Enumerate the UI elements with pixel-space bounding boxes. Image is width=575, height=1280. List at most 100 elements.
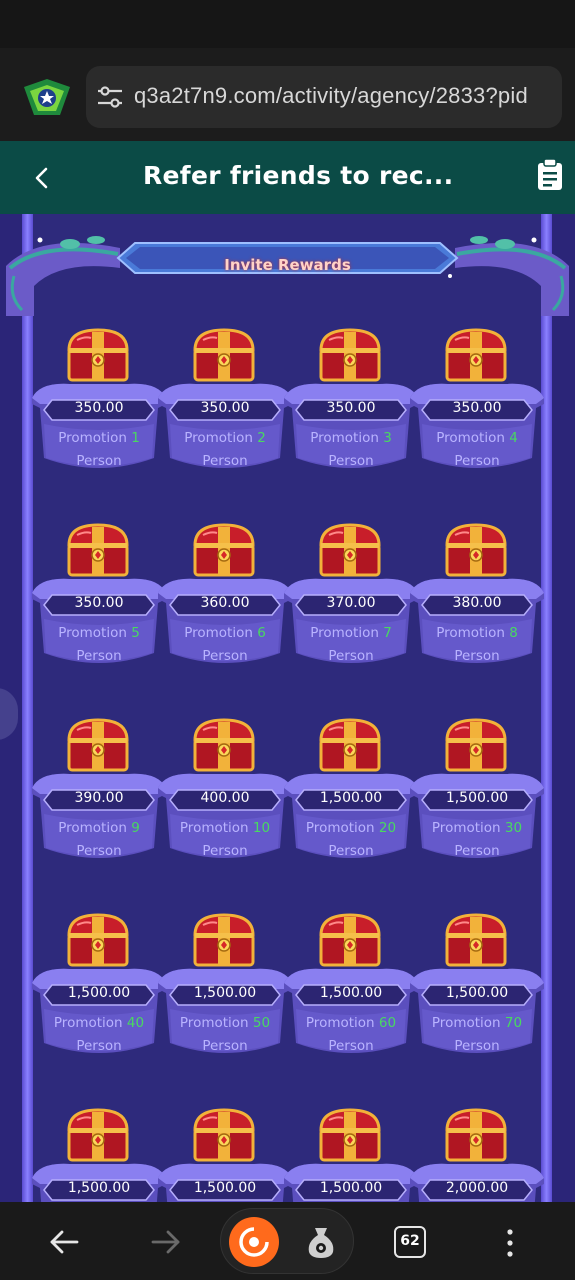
reward-condition: Promotion 7 xyxy=(282,625,420,641)
treasure-chest-icon xyxy=(191,1106,257,1166)
promotion-label: Promotion xyxy=(436,625,505,641)
promotion-label: Promotion xyxy=(310,625,379,641)
reward-amount: 1,500.00 xyxy=(67,985,131,1001)
tab-count-button[interactable]: 62 xyxy=(394,1226,426,1258)
reward-condition: Promotion 3 xyxy=(282,430,420,446)
page-header: Refer friends to rec... xyxy=(0,141,575,214)
reward-card[interactable]: 1,500.00 xyxy=(282,1106,420,1202)
reward-amount: 390.00 xyxy=(74,790,124,806)
promotion-count: 3 xyxy=(383,430,392,446)
reward-amount: 1,500.00 xyxy=(193,1180,257,1196)
browser-nav-bar: 62 xyxy=(0,1202,575,1280)
reward-card[interactable]: 350.00 Promotion 5 Person xyxy=(30,521,168,691)
reward-amount: 1,500.00 xyxy=(67,1180,131,1196)
promotion-label: Promotion xyxy=(184,430,253,446)
reward-amount: 1,500.00 xyxy=(319,985,383,1001)
person-unit: Person xyxy=(202,453,248,469)
treasure-chest-icon xyxy=(443,521,509,581)
treasure-chest-icon xyxy=(317,521,383,581)
reward-card[interactable]: 1,500.00 Promotion 50 Person xyxy=(156,911,294,1081)
reward-card[interactable]: 350.00 Promotion 1 Person xyxy=(30,326,168,496)
reward-card[interactable]: 1,500.00 Promotion 60 Person xyxy=(282,911,420,1081)
reward-card[interactable]: 390.00 Promotion 9 Person xyxy=(30,716,168,886)
treasure-chest-icon xyxy=(191,911,257,971)
person-unit: Person xyxy=(76,453,122,469)
reward-amount: 1,500.00 xyxy=(319,1180,383,1196)
person-unit: Person xyxy=(454,648,500,664)
browser-home-button[interactable] xyxy=(229,1217,279,1267)
promotion-count: 9 xyxy=(131,820,140,836)
treasure-chest-icon xyxy=(443,326,509,386)
reward-card[interactable]: 1,500.00 Promotion 30 Person xyxy=(408,716,546,886)
promotion-label: Promotion xyxy=(431,1015,501,1031)
address-bar[interactable]: q3a2t7n9.com/activity/agency/2833?pid xyxy=(86,66,562,128)
reward-condition: Promotion 40 xyxy=(30,1015,168,1031)
reward-card[interactable]: 1,500.00 xyxy=(156,1106,294,1202)
person-unit: Person xyxy=(328,648,374,664)
url-text[interactable]: q3a2t7n9.com/activity/agency/2833?pid xyxy=(134,83,528,109)
promotion-count: 50 xyxy=(252,1015,271,1031)
reward-amount: 350.00 xyxy=(452,400,502,416)
reward-condition: Promotion 10 xyxy=(156,820,294,836)
banner-frame-graphic xyxy=(6,236,569,316)
money-bag-icon[interactable] xyxy=(303,1224,339,1260)
treasure-chest-icon xyxy=(65,716,131,776)
reward-card[interactable]: 2,000.00 xyxy=(408,1106,546,1202)
promotion-label: Promotion xyxy=(179,1015,249,1031)
promotion-count: 4 xyxy=(509,430,518,446)
tune-icon[interactable] xyxy=(96,85,124,109)
reward-card[interactable]: 1,500.00 Promotion 20 Person xyxy=(282,716,420,886)
promotion-label: Promotion xyxy=(53,1015,123,1031)
promotion-label: Promotion xyxy=(58,430,127,446)
promotion-label: Promotion xyxy=(184,625,253,641)
reward-amount: 360.00 xyxy=(200,595,250,611)
reward-card[interactable]: 400.00 Promotion 10 Person xyxy=(156,716,294,886)
clipboard-icon[interactable] xyxy=(536,158,564,192)
more-menu-icon[interactable] xyxy=(500,1226,520,1260)
reward-condition: Promotion 8 xyxy=(408,625,546,641)
reward-card[interactable]: 380.00 Promotion 8 Person xyxy=(408,521,546,691)
reward-amount: 350.00 xyxy=(74,400,124,416)
reward-amount: 1,500.00 xyxy=(445,985,509,1001)
person-unit: Person xyxy=(76,843,122,859)
person-unit: Person xyxy=(328,843,374,859)
reward-card[interactable]: 350.00 Promotion 3 Person xyxy=(282,326,420,496)
person-unit: Person xyxy=(202,843,248,859)
treasure-chest-icon xyxy=(443,1106,509,1166)
person-unit: Person xyxy=(202,648,248,664)
promotion-count: 70 xyxy=(504,1015,523,1031)
reward-card[interactable]: 350.00 Promotion 4 Person xyxy=(408,326,546,496)
promotion-count: 8 xyxy=(509,625,518,641)
reward-card[interactable]: 1,500.00 xyxy=(30,1106,168,1202)
reward-condition: Promotion 4 xyxy=(408,430,546,446)
promotion-label: Promotion xyxy=(58,625,127,641)
reward-card[interactable]: 1,500.00 Promotion 40 Person xyxy=(30,911,168,1081)
reward-condition: Promotion 5 xyxy=(30,625,168,641)
nav-back-icon[interactable] xyxy=(48,1228,80,1256)
treasure-chest-icon xyxy=(443,716,509,776)
treasure-chest-icon xyxy=(65,911,131,971)
rewards-stage[interactable]: Invite Rewards 350.00 Promotion 1 Person 35… xyxy=(0,214,575,1202)
reward-condition: Promotion 60 xyxy=(282,1015,420,1031)
reward-condition: Promotion 30 xyxy=(408,820,546,836)
reward-card[interactable]: 350.00 Promotion 2 Person xyxy=(156,326,294,496)
reward-amount: 2,000.00 xyxy=(445,1180,509,1196)
reward-condition: Promotion 1 xyxy=(30,430,168,446)
nav-forward-icon[interactable] xyxy=(150,1228,182,1256)
treasure-chest-icon xyxy=(65,1106,131,1166)
reward-condition: Promotion 20 xyxy=(282,820,420,836)
reward-card[interactable]: 360.00 Promotion 6 Person xyxy=(156,521,294,691)
back-arrow-icon[interactable] xyxy=(28,163,54,193)
treasure-chest-icon xyxy=(317,911,383,971)
treasure-chest-icon xyxy=(317,326,383,386)
reward-amount: 370.00 xyxy=(326,595,376,611)
reward-card[interactable]: 370.00 Promotion 7 Person xyxy=(282,521,420,691)
reward-card[interactable]: 1,500.00 Promotion 70 Person xyxy=(408,911,546,1081)
person-unit: Person xyxy=(328,453,374,469)
person-unit: Person xyxy=(454,1038,500,1054)
reward-condition: Promotion 9 xyxy=(30,820,168,836)
treasure-chest-icon xyxy=(443,911,509,971)
floating-edge-handle[interactable] xyxy=(0,688,18,740)
promotion-label: Promotion xyxy=(431,820,501,836)
site-logo-icon[interactable] xyxy=(22,77,72,119)
